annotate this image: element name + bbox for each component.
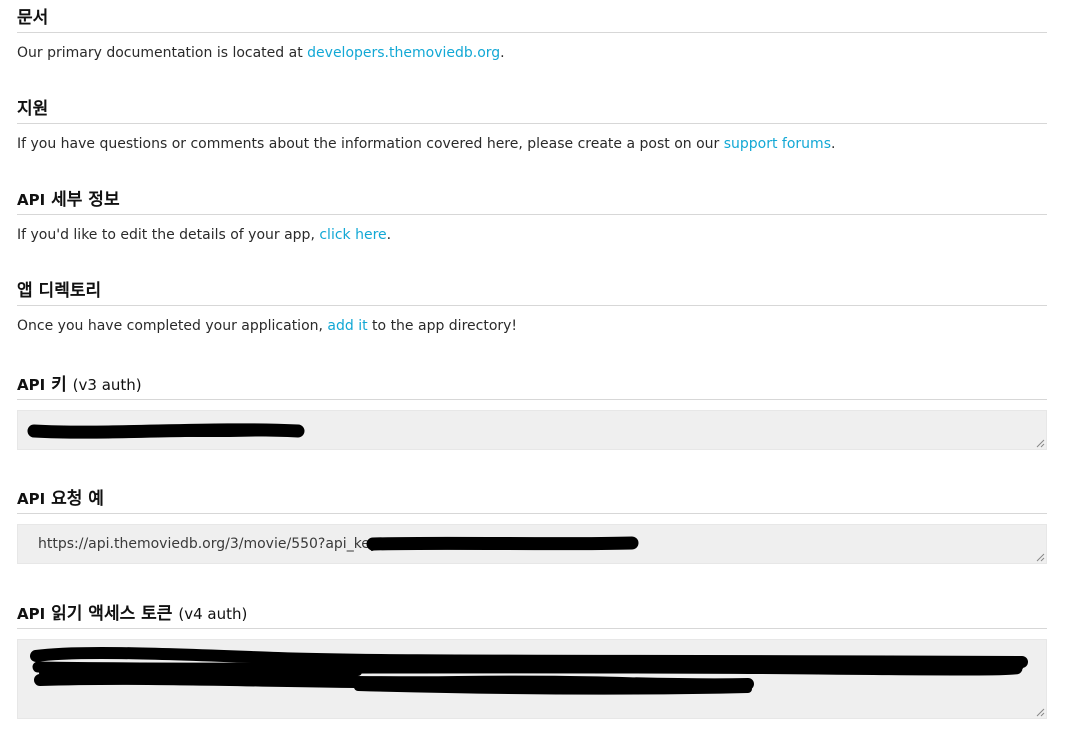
api-key-field[interactable]	[17, 410, 1047, 450]
section-api-details: API 세부 정보 If you'd like to edit the deta…	[17, 188, 1047, 244]
section-support: 지원 If you have questions or comments abo…	[17, 97, 1047, 153]
section-api-key: API 키 (v3 auth)	[17, 373, 1047, 450]
section-documentation: 문서 Our primary documentation is located …	[17, 6, 1047, 62]
section-heading-api-details: API 세부 정보	[17, 188, 1047, 215]
section-api-example: API 요청 예 https://api.themoviedb.org/3/mo…	[17, 487, 1047, 564]
access-token-redaction	[30, 646, 1028, 695]
resize-grip-icon[interactable]	[1036, 708, 1045, 717]
documentation-link[interactable]: developers.themoviedb.org	[307, 45, 500, 61]
resize-grip-icon[interactable]	[1036, 553, 1045, 562]
section-heading-app-directory: 앱 디렉토리	[17, 279, 1047, 306]
example-key-redaction	[366, 536, 639, 551]
section-heading-api-key: API 키 (v3 auth)	[17, 373, 1047, 400]
app-directory-text: Once you have completed your application…	[17, 318, 518, 334]
section-heading-api-example: API 요청 예	[17, 487, 1047, 514]
section-heading-documentation: 문서	[17, 6, 1047, 33]
support-forums-link[interactable]: support forums	[724, 136, 831, 152]
section-heading-access-token: API 읽기 액세스 토큰 (v4 auth)	[17, 602, 1047, 629]
example-request-field[interactable]: https://api.themoviedb.org/3/movie/550?a…	[17, 524, 1047, 564]
support-text: If you have questions or comments about …	[17, 136, 836, 152]
section-heading-support: 지원	[17, 97, 1047, 124]
section-access-token: API 읽기 액세스 토큰 (v4 auth)	[17, 602, 1047, 719]
section-app-directory: 앱 디렉토리 Once you have completed your appl…	[17, 279, 1047, 335]
add-to-directory-link[interactable]: add it	[327, 318, 367, 334]
edit-app-link[interactable]: click here	[319, 227, 386, 243]
api-details-text: If you'd like to edit the details of you…	[17, 227, 392, 243]
resize-grip-icon[interactable]	[1036, 439, 1045, 448]
access-token-field[interactable]	[17, 639, 1047, 719]
api-key-redaction	[27, 423, 305, 439]
documentation-text: Our primary documentation is located at …	[17, 45, 505, 61]
